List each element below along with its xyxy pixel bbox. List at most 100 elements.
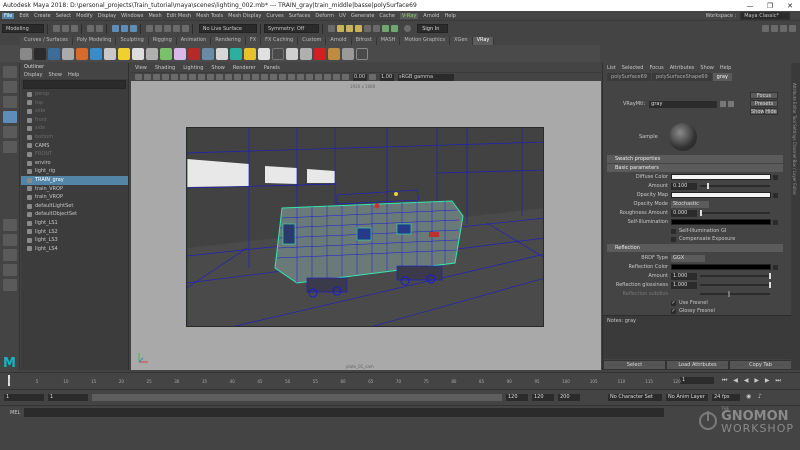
go-to-input-icon[interactable]	[720, 101, 727, 107]
auto-key-icon[interactable]: ◉	[746, 393, 751, 400]
outliner-item[interactable]: light_LS2	[21, 228, 128, 237]
outliner-item[interactable]: top	[21, 99, 128, 108]
reflection-section[interactable]: Reflection	[607, 244, 783, 252]
end-frame-input[interactable]: 120	[532, 394, 554, 401]
vray-light-rect-icon[interactable]	[76, 47, 88, 60]
hide-button[interactable]: Hide	[764, 108, 778, 115]
menu-edit[interactable]: Edit	[19, 13, 29, 19]
vray-displacement-icon[interactable]	[216, 47, 228, 60]
vray-ipr-icon[interactable]	[48, 47, 60, 60]
menu-arnold[interactable]: Arnold	[423, 13, 439, 19]
vray-material-icon[interactable]	[202, 47, 214, 60]
layout-single-icon[interactable]	[2, 219, 17, 231]
save-scene-icon[interactable]	[70, 25, 78, 32]
focus-button[interactable]: Focus	[750, 92, 778, 99]
reflection-amount-input[interactable]: 1.000	[671, 272, 697, 280]
shelf-tab-poly-modeling[interactable]: Poly Modeling	[72, 37, 117, 45]
toggle-modeling-toolkit-icon[interactable]	[762, 25, 769, 32]
anim-layer-dropdown[interactable]: No Anim Layer	[666, 394, 708, 401]
toggle-attribute-editor-icon[interactable]	[771, 25, 778, 32]
render-view-icon[interactable]	[337, 25, 345, 32]
outliner-item[interactable]: side	[21, 107, 128, 116]
use-fresnel-checkbox[interactable]: ✓	[671, 300, 676, 306]
start-frame-input[interactable]: 1	[4, 394, 44, 401]
menu-modify[interactable]: Modify	[76, 13, 93, 19]
outliner-item[interactable]: bottom	[21, 133, 128, 142]
shelf-tab-animation[interactable]: Animation	[176, 37, 212, 45]
vray-help-icon[interactable]	[314, 47, 326, 60]
render-icon[interactable]	[346, 25, 354, 32]
command-input[interactable]	[24, 408, 664, 417]
menu-select[interactable]: Select	[56, 13, 71, 19]
vray-render-icon[interactable]	[391, 25, 399, 32]
hypershade-icon[interactable]	[373, 25, 381, 32]
outliner-item[interactable]: light_LS1	[21, 219, 128, 228]
redo-icon[interactable]	[95, 25, 103, 32]
render-settings-icon[interactable]	[364, 25, 372, 32]
film-gate-icon[interactable]	[180, 74, 187, 80]
shelf-tab-bifrost[interactable]: Bifrost	[351, 37, 377, 45]
menu-set-dropdown[interactable]: Modeling	[2, 24, 44, 33]
snap-surface-icon[interactable]	[181, 25, 189, 32]
sign-in-button[interactable]: Sign In	[417, 24, 449, 33]
menu-deform[interactable]: Deform	[315, 13, 334, 19]
command-language-label[interactable]: MEL	[10, 410, 20, 416]
vray-lens-icon[interactable]	[286, 47, 298, 60]
menu-uv[interactable]: UV	[339, 13, 346, 19]
menu-v-ray[interactable]: V-Ray	[399, 12, 419, 19]
color-space-dropdown[interactable]: sRGB gamma	[398, 73, 454, 81]
basic-parameters-section[interactable]: Basic parameters	[607, 164, 783, 172]
self-illumination-swatch[interactable]	[671, 219, 771, 225]
attr-menu-selected[interactable]: Selected	[622, 65, 644, 71]
vray-object-properties-icon[interactable]	[230, 47, 242, 60]
compensate-exposure-checkbox[interactable]	[671, 236, 676, 242]
glossy-fresnel-checkbox[interactable]: ✓	[671, 308, 676, 314]
reflection-color-map-button[interactable]	[773, 264, 778, 270]
menu-curves[interactable]: Curves	[266, 13, 283, 19]
outliner-item[interactable]: FRONT	[21, 150, 128, 159]
gamma-field[interactable]: 1.00	[380, 73, 394, 81]
menu-mesh-display[interactable]: Mesh Display	[228, 13, 261, 19]
outliner-item[interactable]: enviro	[21, 159, 128, 168]
gate-mask-icon[interactable]	[198, 74, 205, 80]
attr-menu-help[interactable]: Help	[720, 65, 731, 71]
shelf-tab-vray[interactable]: VRay	[472, 37, 495, 45]
minimize-button[interactable]: —	[740, 2, 760, 10]
vray-vfb-icon[interactable]	[62, 47, 74, 60]
brdf-type-dropdown[interactable]: GGX	[671, 254, 705, 262]
viewport-menu-renderer[interactable]: Renderer	[233, 65, 256, 71]
menu-create[interactable]: Create	[34, 13, 51, 19]
playback-start-input[interactable]: 1	[48, 394, 88, 401]
shelf-tab-sculpting[interactable]: Sculpting	[116, 37, 149, 45]
roughness-amount-input[interactable]: 0.000	[671, 209, 697, 217]
outliner-item[interactable]: defaultObjectSet	[21, 210, 128, 219]
diffuse-map-button[interactable]	[773, 174, 778, 180]
reflection-amount-slider[interactable]	[700, 273, 771, 279]
ao-icon[interactable]	[279, 74, 286, 80]
smooth-shade-icon[interactable]	[234, 74, 241, 80]
vray-clipper-icon[interactable]	[258, 47, 270, 60]
vray-cloud-icon[interactable]	[356, 47, 368, 60]
diffuse-amount-slider[interactable]	[700, 183, 770, 189]
attr-tab-polysurface69[interactable]: polySurface69	[607, 73, 651, 81]
camera-attributes-icon[interactable]	[144, 74, 151, 80]
reflection-glossiness-input[interactable]: 1.000	[671, 281, 697, 289]
copy-tab-button[interactable]: Copy Tab	[729, 360, 792, 370]
layout-graph-icon[interactable]	[2, 264, 17, 276]
camera-icon[interactable]	[135, 74, 142, 80]
wireframe-on-shaded-icon[interactable]	[243, 74, 250, 80]
undo-icon[interactable]	[86, 25, 94, 32]
lasso-tool-icon[interactable]	[2, 81, 17, 93]
time-slider[interactable]: 1 ⏮ ◀ ◀ ▶ ▶ ⏭ 1 5 10 15 20 25 30 35 40 45 50 55 60 65…	[0, 372, 800, 388]
vray-sphere-fade-icon[interactable]	[342, 47, 354, 60]
attr-menu-attributes[interactable]: Attributes	[670, 65, 695, 71]
move-tool-icon[interactable]	[2, 111, 17, 123]
shelf-tab-rigging[interactable]: Rigging	[148, 37, 177, 45]
snap-point-icon[interactable]	[163, 25, 171, 32]
layout-four-icon[interactable]	[2, 234, 17, 246]
menu-file[interactable]: File	[2, 12, 15, 19]
reflection-color-swatch[interactable]	[671, 264, 771, 270]
select-component-icon[interactable]	[129, 25, 137, 32]
outliner-item[interactable]: light_rig	[21, 167, 128, 176]
lights-icon[interactable]	[261, 74, 268, 80]
